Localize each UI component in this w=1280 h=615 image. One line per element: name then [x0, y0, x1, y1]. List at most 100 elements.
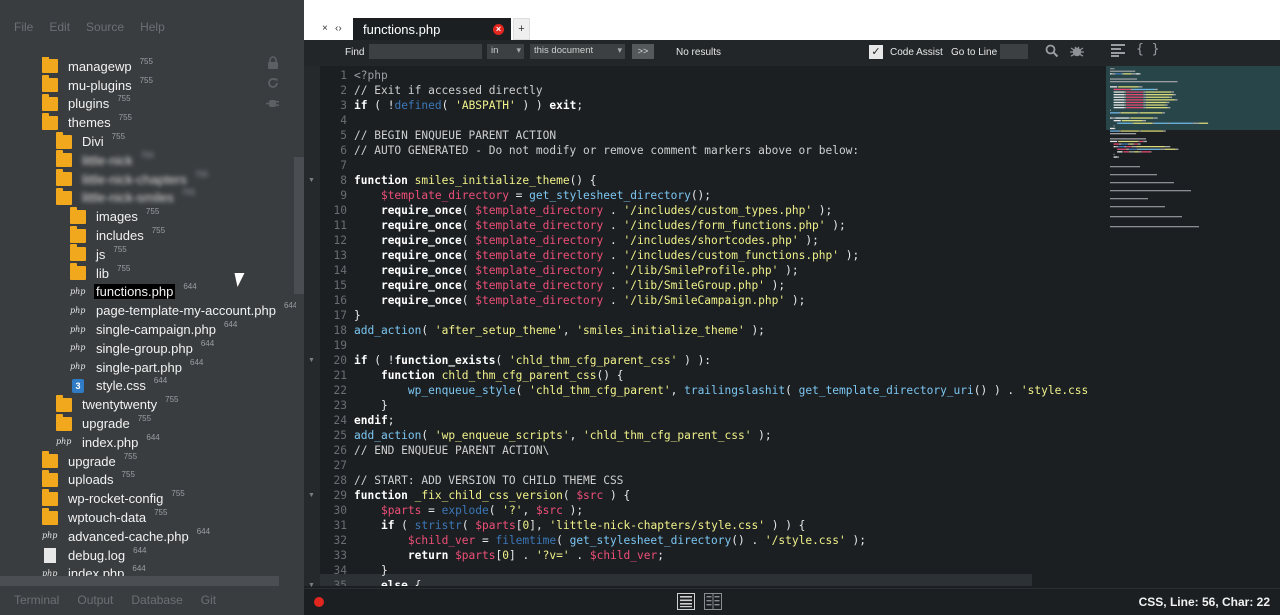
tree-item-permissions: 644	[132, 564, 146, 574]
line-number: 33	[333, 549, 347, 562]
code-token: add_action	[354, 429, 422, 442]
tree-folder[interactable]: lib 755	[0, 263, 296, 283]
minimap-token	[1118, 86, 1139, 88]
folder-icon	[42, 507, 58, 525]
code-line: 31 if ( stristr( $parts[0], 'little-nick…	[320, 518, 1110, 533]
tree-file[interactable]: php single-part.php 644	[0, 358, 296, 377]
menu-edit[interactable]: Edit	[49, 20, 70, 36]
tree-folder[interactable]: little-nick-smiles 755	[0, 187, 296, 208]
tree-file[interactable]: php functions.php 644	[0, 282, 296, 302]
tree-folder[interactable]: includes 755	[0, 225, 296, 245]
line-number: 18	[333, 324, 347, 337]
tab-nav-arrows-icon[interactable]: ‹›	[335, 23, 342, 34]
minimap-token	[1113, 101, 1125, 104]
minimap-token	[1138, 151, 1142, 153]
tree-file[interactable]: php index.php 644	[0, 433, 296, 452]
new-tab-button[interactable]: +	[513, 18, 530, 40]
search-icon[interactable]	[1045, 44, 1059, 58]
code-token: .	[603, 219, 624, 232]
tree-folder[interactable]: little-nick 755	[0, 150, 296, 170]
tree-folder[interactable]: upgrade 755	[0, 413, 296, 433]
minimap-token	[1114, 127, 1116, 130]
tree-item-name: upgrade	[82, 416, 130, 432]
tree-folder[interactable]: upgrade 755	[0, 451, 296, 471]
outline-list-icon[interactable]	[1111, 44, 1125, 57]
folder-icon	[56, 169, 72, 187]
tree-file[interactable]: php advanced-cache.php 644	[0, 527, 296, 546]
fold-arrow-icon[interactable]: ▼	[308, 177, 315, 184]
find-input[interactable]	[369, 44, 482, 59]
tree-folder[interactable]: mu-plugins 755	[0, 75, 296, 95]
tab-database[interactable]: Database	[131, 593, 182, 607]
code-token: $template_directory	[475, 279, 604, 292]
code-line: 22 wp_enqueue_style( 'chld_thm_cfg_paren…	[320, 383, 1110, 398]
tree-folder[interactable]: themes 755	[0, 112, 296, 132]
tree-file[interactable]: php single-group.php 644	[0, 339, 296, 358]
tab-git[interactable]: Git	[201, 593, 216, 607]
record-indicator-icon[interactable]	[314, 597, 324, 607]
code-token: .	[603, 249, 624, 262]
go-to-line-input[interactable]	[1000, 44, 1028, 59]
braces-icon[interactable]: { }	[1136, 42, 1159, 57]
minimap-token	[1126, 148, 1129, 150]
find-scope-select[interactable]: this document	[530, 44, 625, 59]
minimap[interactable]	[1106, 66, 1280, 586]
tree-folder[interactable]: managewp 755	[0, 57, 296, 76]
minimap-token	[1119, 112, 1121, 114]
php-file-icon: php	[70, 305, 86, 315]
single-view-icon[interactable]	[677, 593, 695, 610]
minimap-token	[1123, 151, 1129, 153]
close-all-tabs-icon[interactable]: ×	[322, 23, 328, 34]
tree-folder[interactable]: js 755	[0, 244, 296, 264]
code-token: $src	[535, 504, 563, 517]
minimap-token	[1134, 151, 1139, 153]
tree-folder[interactable]: wptouch-data 755	[0, 507, 296, 527]
code-line: 18 add_action( 'after_setup_theme', 'smil…	[320, 323, 1110, 338]
split-view-icon[interactable]	[704, 593, 722, 610]
tab-terminal[interactable]: Terminal	[14, 593, 59, 607]
debug-bug-icon[interactable]	[1069, 43, 1085, 59]
tree-item-permissions: 755	[121, 470, 135, 480]
menu-file[interactable]: File	[14, 20, 33, 36]
minimap-token	[1120, 130, 1139, 132]
fold-arrow-icon[interactable]: ▼	[308, 357, 315, 364]
code-assist-label: Code Assist	[890, 47, 943, 58]
horizontal-scrollbar[interactable]	[0, 576, 279, 586]
tree-scrollbar[interactable]	[294, 157, 304, 294]
menu-help[interactable]: Help	[140, 20, 165, 36]
code-editor[interactable]: 1 <?php 2 // Exit if accessed directly 3 if (…	[320, 68, 1110, 586]
code-token: $template_directory	[475, 234, 604, 247]
find-in-select[interactable]: in	[487, 44, 524, 59]
menu-source[interactable]: Source	[86, 20, 124, 36]
tree-folder[interactable]: Divi 755	[0, 131, 296, 151]
tree-folder[interactable]: uploads 755	[0, 469, 296, 490]
tree-file[interactable]: 3 style.css 644	[0, 376, 296, 396]
fold-arrow-icon[interactable]: ▼	[308, 492, 315, 499]
tree-folder[interactable]: plugins 755	[0, 93, 296, 114]
minimap-token	[1137, 140, 1140, 143]
code-assist-checkbox[interactable]: ✓	[869, 45, 883, 59]
tree-folder[interactable]: twentytwenty 755	[0, 394, 296, 414]
code-line: 11 require_once( $template_directory . '…	[320, 218, 1110, 233]
close-tab-icon[interactable]: ×	[493, 24, 504, 35]
php-file-icon: php	[70, 324, 86, 334]
minimap-token	[1110, 117, 1112, 119]
minimap-token	[1110, 166, 1140, 168]
tree-folder[interactable]: wp-rocket-config 755	[0, 488, 296, 508]
code-token: );	[744, 324, 765, 337]
tab-output[interactable]: Output	[77, 593, 113, 607]
tree-file[interactable]: php single-campaign.php 644	[0, 320, 296, 339]
tree-file[interactable]: php page-template-my-account.php 644	[0, 301, 296, 320]
code-line: 32 $child_ver = filemtime( get_styleshee…	[320, 533, 1110, 548]
minimap-token	[1167, 122, 1170, 124]
fold-arrow-icon[interactable]: ▼	[308, 582, 315, 589]
tree-folder[interactable]: images 755	[0, 206, 296, 226]
tree-file[interactable]: debug.log 644	[0, 546, 296, 565]
find-next-button[interactable]: >>	[632, 44, 654, 59]
tab-functions-php[interactable]: functions.php ×	[353, 18, 511, 40]
tree-folder[interactable]: little-nick-chapters 755	[0, 169, 296, 189]
minimap-token	[1110, 78, 1137, 80]
code-token: require_once	[380, 279, 462, 292]
tree-item-permissions: 755	[194, 169, 209, 179]
